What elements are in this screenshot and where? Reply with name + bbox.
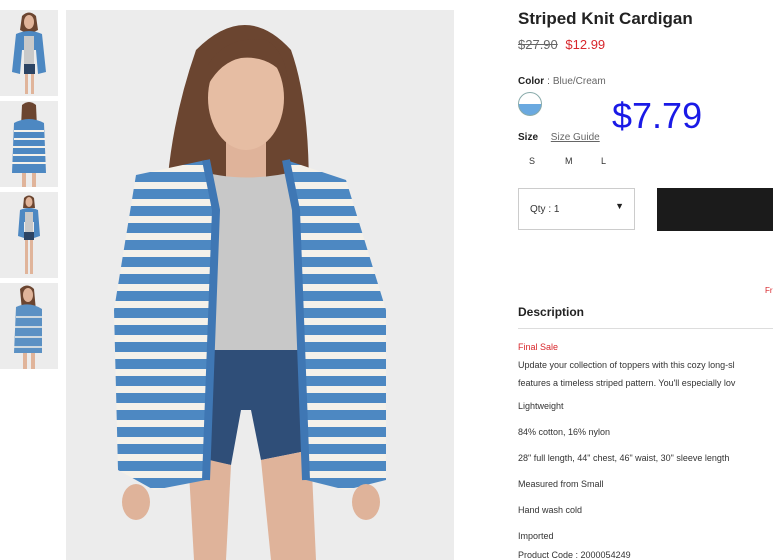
size-option-l[interactable]: L <box>601 156 606 166</box>
color-separator: : <box>547 76 550 87</box>
size-guide-link[interactable]: Size Guide <box>551 132 600 143</box>
thumbnail-full[interactable] <box>0 192 58 278</box>
description-line: features a timeless striped pattern. You… <box>518 378 736 388</box>
color-row: Color: Blue/Cream <box>518 76 606 87</box>
chevron-down-icon: ▼ <box>615 201 624 211</box>
color-swatch-blue-cream[interactable] <box>518 92 542 116</box>
size-option-m[interactable]: M <box>565 156 573 166</box>
sale-price: $12.99 <box>565 37 606 52</box>
product-code: Product Code : 2000054249 <box>518 550 631 560</box>
add-to-bag-button[interactable] <box>657 188 773 231</box>
size-option-s[interactable]: S <box>529 156 535 166</box>
description-line: 84% cotton, 16% nylon <box>518 427 611 437</box>
description-line: Hand wash cold <box>518 505 583 515</box>
description-heading: Description <box>518 305 585 319</box>
description-line: Lightweight <box>518 401 564 411</box>
final-sale-label: Final Sale <box>518 342 559 352</box>
quantity-select[interactable]: Qty : 1 ▼ <box>518 188 635 230</box>
description-line: Imported <box>518 531 554 541</box>
overlay-price: $7.79 <box>612 95 703 136</box>
description-line: 28" full length, 44" chest, 46" waist, 3… <box>518 453 730 463</box>
description-line: Update your collection of toppers with t… <box>518 360 735 370</box>
thumbnail-back[interactable] <box>0 101 58 187</box>
product-title: Striped Knit Cardigan <box>518 9 693 28</box>
color-label: Color <box>518 76 545 87</box>
shipping-note-text: Fr <box>765 286 773 295</box>
quantity-value: Qty : 1 <box>530 204 560 215</box>
original-price: $27.90 <box>518 37 558 52</box>
thumbnail-side[interactable] <box>0 283 58 369</box>
description-line: Measured from Small <box>518 479 604 489</box>
size-row: Size Size Guide <box>518 132 600 143</box>
price-row: $27.90 $12.99 <box>518 37 605 52</box>
thumbnail-front[interactable] <box>0 10 58 96</box>
description-divider <box>518 328 773 329</box>
main-product-image[interactable] <box>66 10 454 560</box>
size-label: Size <box>518 132 539 143</box>
color-value: Blue/Cream <box>552 76 606 87</box>
